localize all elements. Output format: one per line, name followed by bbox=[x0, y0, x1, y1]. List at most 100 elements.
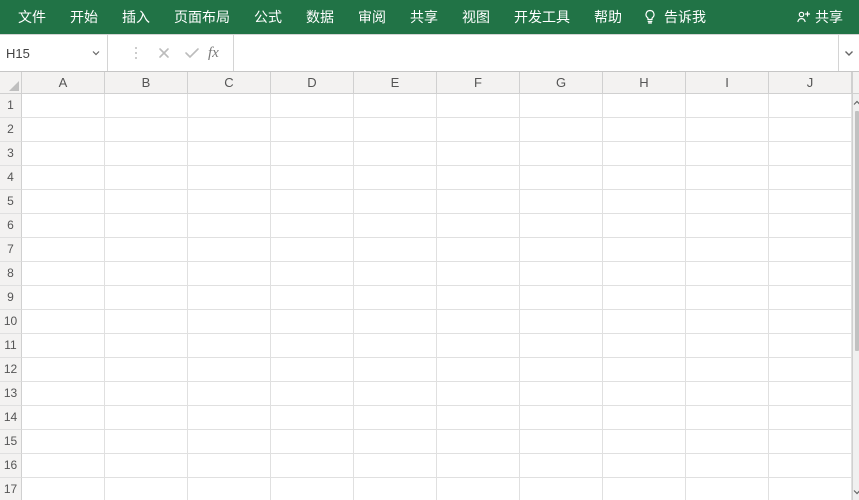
cell[interactable] bbox=[188, 238, 271, 262]
cell[interactable] bbox=[437, 238, 520, 262]
cell[interactable] bbox=[437, 478, 520, 500]
cell[interactable] bbox=[271, 454, 354, 478]
cell[interactable] bbox=[603, 454, 686, 478]
cell[interactable] bbox=[354, 430, 437, 454]
cell[interactable] bbox=[22, 118, 105, 142]
cell[interactable] bbox=[603, 142, 686, 166]
cell[interactable] bbox=[603, 238, 686, 262]
cell[interactable] bbox=[271, 262, 354, 286]
column-header[interactable]: G bbox=[520, 72, 603, 93]
ribbon-tab-share-menu[interactable]: 共享 bbox=[398, 0, 450, 34]
ribbon-tab-insert[interactable]: 插入 bbox=[110, 0, 162, 34]
name-box-value[interactable]: H15 bbox=[4, 41, 87, 65]
ribbon-tab-developer[interactable]: 开发工具 bbox=[502, 0, 582, 34]
cell[interactable] bbox=[22, 214, 105, 238]
cell[interactable] bbox=[271, 166, 354, 190]
cell[interactable] bbox=[437, 94, 520, 118]
column-header[interactable]: C bbox=[188, 72, 271, 93]
cell[interactable] bbox=[188, 214, 271, 238]
cell[interactable] bbox=[520, 262, 603, 286]
row-header[interactable]: 17 bbox=[0, 478, 22, 500]
row-header[interactable]: 4 bbox=[0, 166, 22, 190]
cell[interactable] bbox=[105, 142, 188, 166]
cell[interactable] bbox=[686, 430, 769, 454]
cell[interactable] bbox=[354, 238, 437, 262]
cell[interactable] bbox=[769, 406, 852, 430]
cell[interactable] bbox=[437, 358, 520, 382]
cell[interactable] bbox=[188, 382, 271, 406]
scroll-up-button[interactable] bbox=[853, 94, 859, 111]
column-header[interactable]: A bbox=[22, 72, 105, 93]
cell[interactable] bbox=[520, 358, 603, 382]
row-header[interactable]: 3 bbox=[0, 142, 22, 166]
cell[interactable] bbox=[437, 310, 520, 334]
row-header[interactable]: 6 bbox=[0, 214, 22, 238]
cell[interactable] bbox=[188, 358, 271, 382]
cell[interactable] bbox=[520, 118, 603, 142]
cell[interactable] bbox=[188, 334, 271, 358]
cell[interactable] bbox=[22, 406, 105, 430]
cell[interactable] bbox=[354, 142, 437, 166]
ribbon-tab-view[interactable]: 视图 bbox=[450, 0, 502, 34]
cell[interactable] bbox=[354, 262, 437, 286]
cell[interactable] bbox=[686, 454, 769, 478]
column-header[interactable]: E bbox=[354, 72, 437, 93]
scroll-thumb[interactable] bbox=[855, 111, 859, 351]
cell[interactable] bbox=[686, 334, 769, 358]
cell[interactable] bbox=[105, 478, 188, 500]
cell[interactable] bbox=[769, 238, 852, 262]
cell[interactable] bbox=[271, 118, 354, 142]
cell[interactable] bbox=[354, 478, 437, 500]
cell[interactable] bbox=[603, 382, 686, 406]
cell[interactable] bbox=[188, 118, 271, 142]
cell[interactable] bbox=[769, 190, 852, 214]
column-header[interactable]: I bbox=[686, 72, 769, 93]
ribbon-tab-home[interactable]: 开始 bbox=[58, 0, 110, 34]
cell[interactable] bbox=[188, 310, 271, 334]
cell[interactable] bbox=[769, 166, 852, 190]
cell[interactable] bbox=[437, 334, 520, 358]
cell[interactable] bbox=[769, 430, 852, 454]
cell[interactable] bbox=[686, 238, 769, 262]
cell[interactable] bbox=[686, 190, 769, 214]
cell[interactable] bbox=[354, 454, 437, 478]
cell[interactable] bbox=[437, 406, 520, 430]
cell[interactable] bbox=[105, 430, 188, 454]
cell[interactable] bbox=[354, 190, 437, 214]
cell[interactable] bbox=[520, 286, 603, 310]
cell[interactable] bbox=[271, 334, 354, 358]
row-header[interactable]: 15 bbox=[0, 430, 22, 454]
cell[interactable] bbox=[188, 94, 271, 118]
cell[interactable] bbox=[520, 166, 603, 190]
cell[interactable] bbox=[769, 142, 852, 166]
cell[interactable] bbox=[105, 166, 188, 190]
cell[interactable] bbox=[520, 334, 603, 358]
cell[interactable] bbox=[271, 310, 354, 334]
cell[interactable] bbox=[22, 94, 105, 118]
cell[interactable] bbox=[271, 142, 354, 166]
row-header[interactable]: 7 bbox=[0, 238, 22, 262]
cell[interactable] bbox=[22, 358, 105, 382]
cell[interactable] bbox=[188, 190, 271, 214]
cell[interactable] bbox=[105, 118, 188, 142]
cell[interactable] bbox=[105, 190, 188, 214]
cell[interactable] bbox=[354, 334, 437, 358]
column-header[interactable]: F bbox=[437, 72, 520, 93]
cell[interactable] bbox=[603, 358, 686, 382]
cell[interactable] bbox=[769, 382, 852, 406]
cell[interactable] bbox=[271, 94, 354, 118]
name-box-dropdown[interactable] bbox=[87, 41, 105, 65]
cell[interactable] bbox=[686, 478, 769, 500]
cell[interactable] bbox=[22, 238, 105, 262]
cell[interactable] bbox=[769, 334, 852, 358]
cell[interactable] bbox=[603, 262, 686, 286]
formula-input[interactable] bbox=[240, 40, 834, 66]
cell[interactable] bbox=[437, 118, 520, 142]
cell[interactable] bbox=[520, 142, 603, 166]
scroll-track[interactable] bbox=[853, 111, 859, 483]
cell[interactable] bbox=[769, 454, 852, 478]
cell[interactable] bbox=[271, 214, 354, 238]
cell[interactable] bbox=[603, 310, 686, 334]
cell[interactable] bbox=[105, 454, 188, 478]
scroll-down-button[interactable] bbox=[853, 483, 859, 500]
